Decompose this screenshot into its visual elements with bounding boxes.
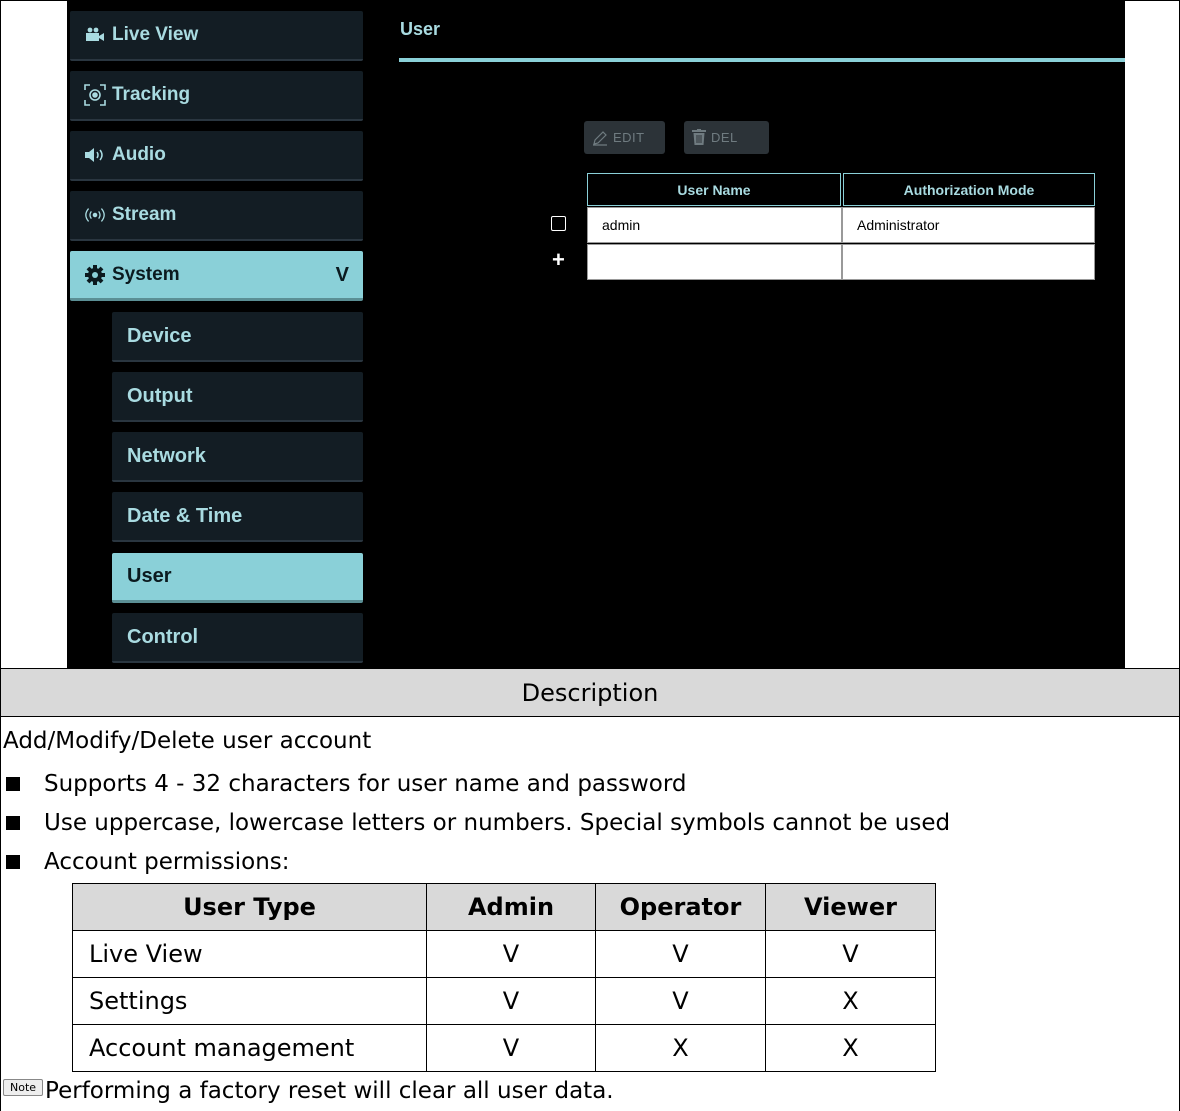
table-row: Account management V X X: [72, 1024, 936, 1072]
description-intro: Add/Modify/Delete user account: [3, 728, 372, 754]
edit-label: EDIT: [613, 130, 645, 145]
column-header-user-name[interactable]: User Name: [587, 173, 841, 206]
camera-icon: [84, 24, 106, 46]
sidebar-item-live-view[interactable]: Live View: [70, 11, 363, 61]
sidebar-item-label: Stream: [112, 204, 177, 225]
table-cell: V: [426, 930, 596, 978]
column-header: Viewer: [765, 883, 936, 931]
sidebar-subitem-network[interactable]: Network: [112, 432, 363, 482]
permissions-header-row: User Type Admin Operator Viewer: [72, 883, 936, 931]
column-header: Operator: [595, 883, 766, 931]
new-authorization-mode-cell[interactable]: [842, 244, 1095, 280]
chevron-down-icon: V: [335, 264, 349, 286]
delete-label: DEL: [711, 130, 738, 145]
subitem-label: User: [127, 565, 172, 587]
subitem-label: Device: [127, 324, 192, 347]
column-header: Admin: [426, 883, 596, 931]
bullet-item: Account permissions:: [6, 849, 290, 875]
subitem-label: Output: [127, 384, 193, 407]
bullet-square-icon: [6, 855, 20, 869]
table-cell: Account management: [72, 1024, 427, 1072]
table-cell: Live View: [72, 930, 427, 978]
sidebar-item-audio[interactable]: Audio: [70, 131, 363, 181]
subitem-label: Date & Time: [127, 504, 243, 527]
broadcast-icon: [84, 204, 106, 226]
table-row: Settings V V X: [72, 977, 936, 1025]
sidebar-subitem-device[interactable]: Device: [112, 312, 363, 362]
column-header: User Type: [72, 883, 427, 931]
subitem-label: Network: [127, 444, 206, 467]
table-cell: V: [426, 977, 596, 1025]
bullet-item: Supports 4 - 32 characters for user name…: [6, 771, 687, 797]
sidebar-subitem-control[interactable]: Control: [112, 613, 363, 663]
sidebar-subitem-date-time[interactable]: Date & Time: [112, 492, 363, 542]
table-cell: Settings: [72, 977, 427, 1025]
bullet-text: Account permissions:: [44, 849, 290, 875]
edit-button[interactable]: EDIT: [584, 121, 665, 154]
table-cell: V: [595, 930, 766, 978]
table-cell-user-name[interactable]: admin: [587, 207, 842, 243]
title-underline: [399, 58, 1125, 62]
note-badge: Note: [3, 1078, 44, 1096]
table-cell: V: [765, 930, 936, 978]
bullet-text: Use uppercase, lowercase letters or numb…: [44, 810, 951, 836]
table-cell: X: [765, 1024, 936, 1072]
table-cell-authorization-mode[interactable]: Administrator: [842, 207, 1095, 243]
table-cell: V: [595, 977, 766, 1025]
bullet-square-icon: [6, 777, 20, 791]
permissions-table: User Type Admin Operator Viewer Live Vie…: [72, 883, 936, 1072]
sidebar-item-system[interactable]: System V: [70, 251, 363, 301]
tracking-icon: [84, 84, 106, 106]
bullet-square-icon: [6, 816, 20, 830]
delete-button[interactable]: DEL: [684, 121, 769, 154]
sidebar-item-label: System: [112, 263, 180, 285]
page-title: User: [400, 19, 441, 39]
sidebar-subitem-user[interactable]: User: [112, 553, 363, 603]
note-text: Performing a factory reset will clear al…: [45, 1078, 614, 1104]
sidebar-item-stream[interactable]: Stream: [70, 191, 363, 241]
bullet-text: Supports 4 - 32 characters for user name…: [44, 771, 687, 797]
speaker-icon: [84, 144, 106, 166]
bullet-item: Use uppercase, lowercase letters or numb…: [6, 810, 950, 836]
gear-icon: [84, 264, 106, 286]
trash-icon: [692, 129, 706, 145]
table-row: Live View V V V: [72, 930, 936, 978]
table-cell: X: [595, 1024, 766, 1072]
column-header-authorization-mode[interactable]: Authorization Mode: [843, 173, 1095, 206]
sidebar-item-label: Audio: [112, 144, 166, 165]
add-user-button[interactable]: +: [552, 247, 565, 273]
sidebar-item-label: Tracking: [112, 84, 191, 105]
sidebar-item-tracking[interactable]: Tracking: [70, 71, 363, 121]
subitem-label: Control: [127, 625, 199, 648]
screenshot-area: Live View Tracking Audio Stream System V…: [1, 0, 1179, 669]
table-cell: V: [426, 1024, 596, 1072]
camera-web-ui: Live View Tracking Audio Stream System V…: [67, 1, 1125, 669]
row-checkbox[interactable]: [551, 216, 566, 231]
table-cell: X: [765, 977, 936, 1025]
new-user-name-cell[interactable]: [587, 244, 842, 280]
pencil-icon: [593, 130, 607, 146]
description-header: Description: [1, 668, 1179, 717]
sidebar-item-label: Live View: [112, 24, 199, 45]
note-line: Note Performing a factory reset will cle…: [3, 1078, 614, 1104]
sidebar-subitem-output[interactable]: Output: [112, 372, 363, 422]
